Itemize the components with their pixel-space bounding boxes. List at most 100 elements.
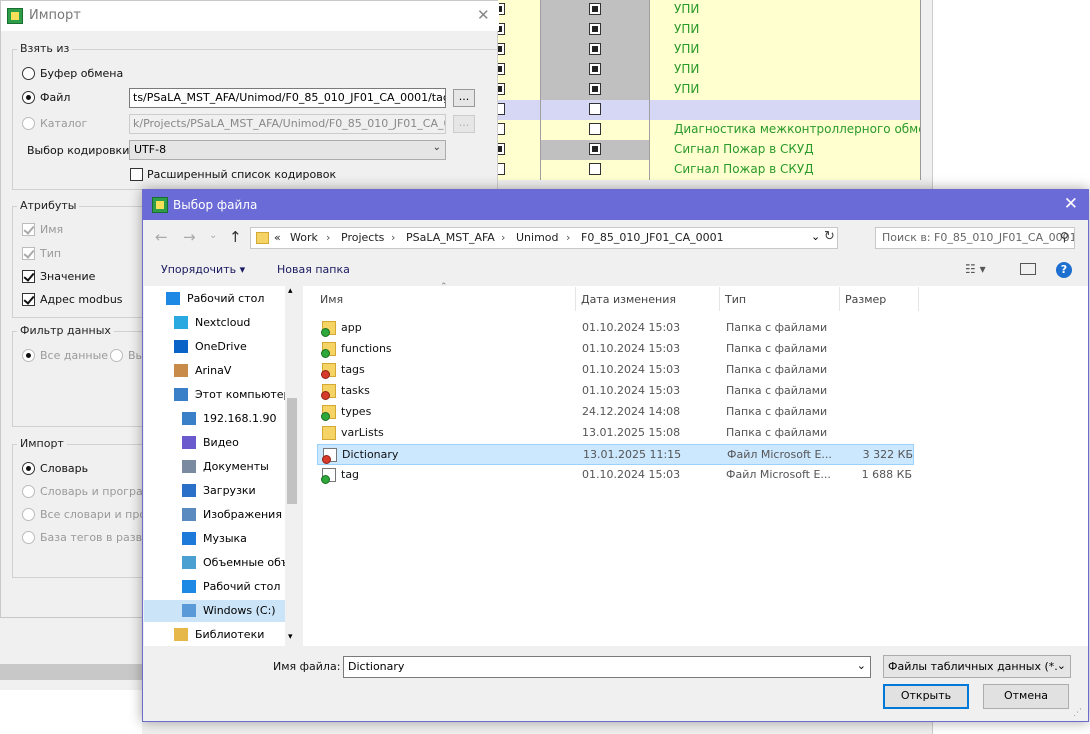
file-row[interactable]: types 24.12.2024 14:08 Папка с файлами bbox=[317, 402, 914, 423]
breadcrumb-psala[interactable]: PSaLA_MST_AFA bbox=[406, 231, 495, 244]
row-checkbox[interactable] bbox=[589, 103, 601, 115]
file-row[interactable]: Dictionary 13.01.2025 11:15 Файл Microsoft… bbox=[317, 444, 914, 465]
attr-modbus-checkbox[interactable] bbox=[22, 293, 35, 306]
back-arrow-icon[interactable]: ← bbox=[155, 228, 168, 246]
music-icon bbox=[182, 532, 196, 545]
table-row[interactable]: УПИ bbox=[490, 20, 920, 40]
filter-all-radio[interactable] bbox=[22, 349, 35, 362]
breadcrumb-prefix[interactable]: « bbox=[274, 231, 281, 244]
column-size[interactable]: Размер bbox=[845, 293, 886, 306]
scroll-up-icon[interactable]: ▴ bbox=[288, 286, 293, 296]
nav-item[interactable]: Windows (C:) bbox=[144, 600, 286, 622]
breadcrumb-project[interactable]: F0_85_010_JF01_CA_0001 bbox=[581, 231, 724, 244]
browse-file-button[interactable]: ... bbox=[453, 89, 475, 107]
table-row[interactable]: Диагностика межконтроллерного обмена bbox=[490, 120, 920, 140]
row-checkbox[interactable] bbox=[589, 123, 601, 135]
table-row[interactable]: УПИ bbox=[490, 40, 920, 60]
import-dict-prog-radio[interactable] bbox=[22, 485, 35, 498]
nav-item[interactable]: Музыка bbox=[144, 528, 286, 550]
nav-item[interactable]: ArinaV bbox=[144, 360, 286, 382]
nav-item[interactable]: Изображения bbox=[144, 504, 286, 526]
nav-item[interactable]: Загрузки bbox=[144, 480, 286, 502]
nav-item[interactable]: Рабочий стол bbox=[144, 576, 286, 598]
column-type[interactable]: Тип bbox=[725, 293, 746, 306]
import-tag-base-radio[interactable] bbox=[22, 531, 35, 544]
background-hscroll[interactable] bbox=[0, 664, 142, 680]
breadcrumb-work[interactable]: Work bbox=[290, 231, 318, 244]
close-icon[interactable]: ✕ bbox=[477, 6, 490, 24]
column-date[interactable]: Дата изменения bbox=[581, 293, 676, 306]
cancel-button[interactable]: Отмена bbox=[983, 684, 1069, 709]
table-scrollbar[interactable] bbox=[920, 0, 932, 180]
table-row[interactable]: Сигнал Пожар в СКУД bbox=[490, 140, 920, 160]
file-row[interactable]: tags 01.10.2024 15:03 Папка с файлами bbox=[317, 360, 914, 381]
filename-input[interactable]: Dictionary ⌄ bbox=[343, 656, 871, 678]
folder-radio[interactable] bbox=[22, 117, 35, 130]
refresh-icon[interactable]: ↻ bbox=[824, 229, 835, 244]
file-row[interactable]: functions 01.10.2024 15:03 Папка с файлами bbox=[317, 339, 914, 360]
up-arrow-icon[interactable]: ↑ bbox=[229, 228, 242, 246]
nav-item[interactable]: Документы bbox=[144, 456, 286, 478]
file-row[interactable]: app 01.10.2024 15:03 Папка с файлами bbox=[317, 318, 914, 339]
row-checkbox[interactable] bbox=[589, 3, 601, 15]
nav-item-label: Видео bbox=[203, 436, 239, 449]
help-icon[interactable]: ? bbox=[1056, 262, 1072, 278]
view-options-icon[interactable]: ☷ ▾ bbox=[965, 262, 986, 276]
breadcrumb-unimod[interactable]: Unimod bbox=[516, 231, 559, 244]
navigation-scrollbar[interactable]: ▴ ▾ bbox=[285, 286, 299, 646]
nav-item[interactable]: Объемные объекты bbox=[144, 552, 299, 574]
chevron-down-icon[interactable]: ⌄ bbox=[811, 230, 820, 243]
forward-arrow-icon[interactable]: → bbox=[183, 228, 196, 246]
row-checkbox[interactable] bbox=[589, 43, 601, 55]
nav-item[interactable]: Библиотеки bbox=[144, 624, 286, 646]
encoding-select[interactable]: UTF-8 ⌄ bbox=[129, 140, 446, 160]
table-row[interactable]: УПИ bbox=[490, 0, 920, 20]
file-radio[interactable] bbox=[22, 91, 35, 104]
column-name[interactable]: Имя bbox=[320, 293, 343, 306]
table-row[interactable]: Сигнал Пожар в СКУД bbox=[490, 160, 920, 180]
extended-encodings-checkbox[interactable] bbox=[130, 168, 143, 181]
clipboard-radio[interactable] bbox=[22, 67, 35, 80]
nav-item[interactable]: Видео bbox=[144, 432, 286, 454]
import-all-dicts-radio[interactable] bbox=[22, 508, 35, 521]
row-checkbox[interactable] bbox=[589, 143, 601, 155]
row-checkbox[interactable] bbox=[589, 63, 601, 75]
row-checkbox[interactable] bbox=[589, 23, 601, 35]
scroll-thumb[interactable] bbox=[287, 398, 297, 504]
nav-item[interactable]: Nextcloud bbox=[144, 312, 286, 334]
resize-grip-icon[interactable]: ⋰ bbox=[1073, 708, 1082, 718]
filter-other-radio[interactable] bbox=[110, 349, 123, 362]
import-dict-radio[interactable] bbox=[22, 462, 35, 475]
scroll-down-icon[interactable]: ▾ bbox=[288, 632, 293, 642]
attr-name-checkbox[interactable] bbox=[22, 223, 35, 236]
file-row[interactable]: varLists 13.01.2025 15:08 Папка с файлами bbox=[317, 423, 914, 444]
folder-path-field[interactable]: k/Projects/PSaLA_MST_AFA/Unimod/F0_85_01… bbox=[129, 114, 446, 134]
address-bar[interactable]: « Work › Projects › PSaLA_MST_AFA › Unim… bbox=[250, 227, 838, 249]
table-row[interactable]: УПИ bbox=[490, 60, 920, 80]
nav-item[interactable]: 192.168.1.90 bbox=[144, 408, 286, 430]
chevron-down-icon[interactable]: ⌄ bbox=[857, 659, 866, 672]
search-input[interactable]: Поиск в: F0_85_010_JF01_CA_0001 bbox=[875, 227, 1075, 249]
breadcrumb-projects[interactable]: Projects bbox=[341, 231, 384, 244]
recent-chevron-icon[interactable]: ⌄ bbox=[209, 230, 217, 241]
filetype-select[interactable]: Файлы табличных данных (*.c ⌄ bbox=[883, 655, 1071, 678]
open-button[interactable]: Открыть bbox=[883, 684, 969, 709]
organize-button[interactable]: Упорядочить ▾ bbox=[161, 263, 245, 276]
nav-item[interactable]: OneDrive bbox=[144, 336, 286, 358]
table-row[interactable]: УПИ bbox=[490, 80, 920, 100]
preview-pane-icon[interactable] bbox=[1020, 263, 1036, 275]
row-checkbox[interactable] bbox=[589, 83, 601, 95]
file-row[interactable]: tag 01.10.2024 15:03 Файл Microsoft E... 1 … bbox=[317, 465, 914, 486]
attr-type-checkbox[interactable] bbox=[22, 247, 35, 260]
nav-item[interactable]: Рабочий стол bbox=[144, 288, 286, 310]
search-icon[interactable]: ⚲ bbox=[1060, 230, 1069, 244]
table-row[interactable] bbox=[490, 100, 920, 120]
attr-value-checkbox[interactable] bbox=[22, 270, 35, 283]
browse-folder-button[interactable]: ... bbox=[453, 115, 475, 133]
file-row[interactable]: tasks 01.10.2024 15:03 Папка с файлами bbox=[317, 381, 914, 402]
nav-item[interactable]: Этот компьютер bbox=[144, 384, 291, 406]
row-checkbox[interactable] bbox=[589, 163, 601, 175]
close-icon[interactable]: ✕ bbox=[1064, 194, 1078, 214]
new-folder-button[interactable]: Новая папка bbox=[277, 263, 350, 276]
file-path-field[interactable]: ts/PSaLA_MST_AFA/Unimod/F0_85_010_JF01_C… bbox=[129, 88, 446, 108]
